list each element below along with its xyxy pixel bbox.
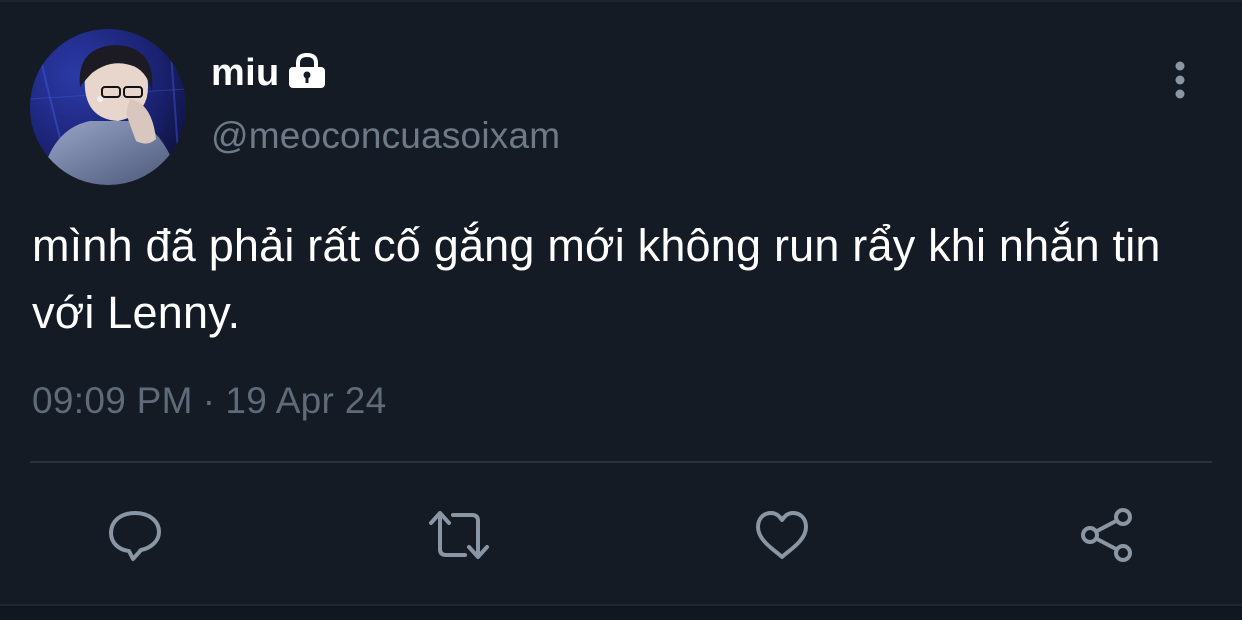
avatar[interactable] (30, 29, 186, 185)
display-name-text: miu (211, 51, 280, 94)
user-handle[interactable]: @meoconcuasoixam (211, 115, 560, 157)
tweet-time: 09:09 PM (32, 380, 193, 421)
tweet-timestamp[interactable]: 09:09 PM · 19 Apr 24 (32, 380, 387, 422)
vertical-ellipsis-icon (1175, 61, 1185, 99)
display-name[interactable]: miu (211, 50, 327, 96)
timestamp-separator: · (202, 380, 216, 421)
more-options-button[interactable] (1160, 58, 1200, 102)
tweet-text: mình đã phải rất cố gắng mới không run r… (32, 220, 1161, 338)
retweet-arrows-icon (429, 511, 489, 559)
top-border (0, 0, 1242, 2)
tweet-date: 19 Apr 24 (225, 380, 387, 421)
like-button[interactable] (750, 503, 814, 567)
action-divider (30, 461, 1212, 463)
lock-icon (289, 53, 326, 88)
retweet-button[interactable] (427, 503, 491, 567)
share-button[interactable] (1075, 503, 1139, 567)
avatar-image (30, 29, 186, 185)
speech-bubble-icon (109, 511, 161, 561)
heart-icon (756, 511, 808, 559)
share-nodes-icon (1081, 508, 1132, 562)
reply-button[interactable] (103, 503, 167, 567)
